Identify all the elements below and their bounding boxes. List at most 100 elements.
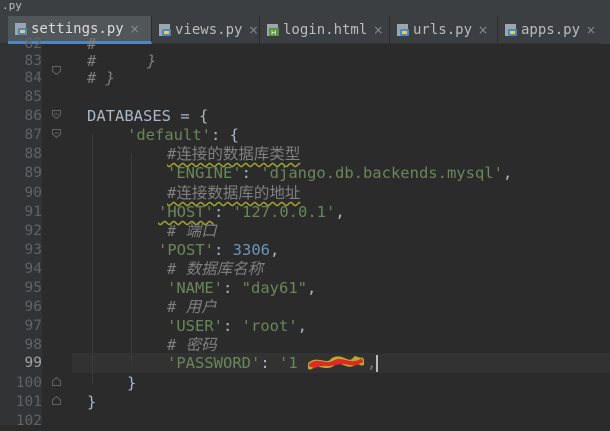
code-text: : { <box>211 126 239 144</box>
code-text: : <box>260 354 279 372</box>
line-number: 86 <box>24 108 42 124</box>
code-line-91: 'HOST': '127.0.0.1', <box>158 202 345 222</box>
comment: #连接的数据库类型 <box>167 145 301 163</box>
window-title-strip: .py <box>0 0 610 14</box>
tab-apps-py[interactable]: apps.py × <box>498 16 606 44</box>
code-text: , <box>335 203 345 221</box>
close-icon[interactable]: × <box>130 22 140 36</box>
close-icon[interactable]: × <box>586 23 596 37</box>
line-number: 90 <box>24 185 42 201</box>
line-number: 87 <box>24 127 42 143</box>
comment: #连接数据库的地址 <box>167 184 301 202</box>
line-number: 89 <box>24 165 42 181</box>
code-text: : <box>241 164 261 182</box>
fold-gutter <box>42 44 72 425</box>
comment: # 密码 <box>167 336 217 354</box>
code-text: : <box>223 317 242 335</box>
string-literal: 'ENGINE' <box>167 164 242 182</box>
string-literal: 'root' <box>241 317 298 335</box>
code-text: : <box>214 203 233 221</box>
code-line-87: 'default': { <box>127 125 239 145</box>
code-line-88: #连接的数据库类型 <box>167 144 300 164</box>
tab-label: apps.py <box>521 22 581 38</box>
code-line-86: DATABASES = { <box>87 106 208 126</box>
line-number: 91 <box>24 204 42 220</box>
line-number: 97 <box>24 318 42 334</box>
code-text: , <box>502 164 513 182</box>
line-number: 102 <box>15 413 42 429</box>
code-text: : <box>223 279 242 297</box>
close-icon[interactable]: × <box>478 23 488 37</box>
line-number: 98 <box>24 337 42 353</box>
code-line-90: #连接数据库的地址 <box>167 183 300 203</box>
comment: # 用户 <box>167 298 217 316</box>
fold-marker-icon[interactable] <box>52 66 61 75</box>
line-number-gutter: 82 83 84 85 86 87 88 89 90 91 92 93 94 9… <box>0 36 42 429</box>
close-icon[interactable]: × <box>248 23 258 37</box>
tab-urls-py[interactable]: urls.py × <box>390 16 498 44</box>
string-literal: 'HOST' <box>158 203 214 221</box>
svg-text:H: H <box>271 29 276 37</box>
code-line-101: } <box>87 392 96 412</box>
code-text: , <box>270 241 280 259</box>
code-text: DATABASES = { <box>87 107 209 125</box>
fold-marker-icon[interactable] <box>52 377 61 386</box>
tab-label: settings.py <box>31 20 124 37</box>
code-line-84: # } <box>87 68 115 88</box>
code-text: , <box>307 279 317 297</box>
tab-label: views.py <box>175 22 243 38</box>
code-text: , <box>297 317 308 335</box>
code-line-94: # 数据库名称 <box>167 259 263 279</box>
code-text: } <box>127 374 137 392</box>
fold-marker-icon[interactable] <box>52 110 61 119</box>
line-number: 88 <box>24 146 42 162</box>
code-line-96: # 用户 <box>167 297 217 317</box>
html-file-icon: H <box>266 23 280 37</box>
python-file-icon <box>504 23 518 37</box>
tab-overflow-area <box>600 16 610 44</box>
string-literal: 'django.db.backends.mysql' <box>260 164 503 182</box>
python-file-icon <box>396 23 410 37</box>
line-number: 100 <box>15 375 42 391</box>
string-literal: 'default' <box>127 126 211 144</box>
tab-views-py[interactable]: views.py × <box>152 16 260 44</box>
code-line-89: 'ENGINE': 'django.db.backends.mysql', <box>167 163 512 183</box>
string-literal: 'USER' <box>167 317 223 335</box>
code-line-93: 'POST': 3306, <box>158 240 279 260</box>
line-number: 93 <box>24 242 42 258</box>
code-line-97: 'USER': 'root', <box>167 316 307 336</box>
python-file-icon <box>158 23 172 37</box>
code-text: : <box>214 241 233 259</box>
line-number: 85 <box>24 89 42 105</box>
line-number: 92 <box>24 223 42 239</box>
tab-label: login.html <box>283 22 368 38</box>
window-title-text: .py <box>2 0 22 12</box>
line-number: 96 <box>24 299 42 315</box>
tab-login-html[interactable]: H login.html × <box>260 16 390 44</box>
line-number: 84 <box>24 70 42 86</box>
comment: # } <box>87 69 115 87</box>
code-line-95: 'NAME': "day61", <box>167 278 316 298</box>
string-literal: 'NAME' <box>167 279 223 297</box>
line-number: 95 <box>24 280 42 296</box>
comment: } <box>147 52 157 70</box>
redaction-scribble <box>308 355 364 370</box>
code-line-92: # 端口 <box>167 221 217 241</box>
fold-marker-icon[interactable] <box>52 396 61 405</box>
line-number: 101 <box>15 394 42 410</box>
line-number-current: 99 <box>24 355 42 371</box>
tab-label: urls.py <box>413 22 473 38</box>
code-line-98: # 密码 <box>167 335 217 355</box>
string-literal: "day61" <box>241 279 307 297</box>
string-literal: 'POST' <box>158 241 214 259</box>
line-number: 94 <box>24 261 42 277</box>
string-literal: 'PASSWORD' <box>167 354 261 372</box>
comment: # 数据库名称 <box>167 260 264 278</box>
fold-marker-icon[interactable] <box>52 129 61 138</box>
string-literal: '127.0.0.1' <box>232 203 336 221</box>
number-literal: 3306 <box>232 241 270 259</box>
string-literal: '1 <box>279 354 298 372</box>
close-icon[interactable]: × <box>373 23 383 37</box>
code-line-100: } <box>127 373 136 393</box>
comment: # 端口 <box>167 222 217 240</box>
